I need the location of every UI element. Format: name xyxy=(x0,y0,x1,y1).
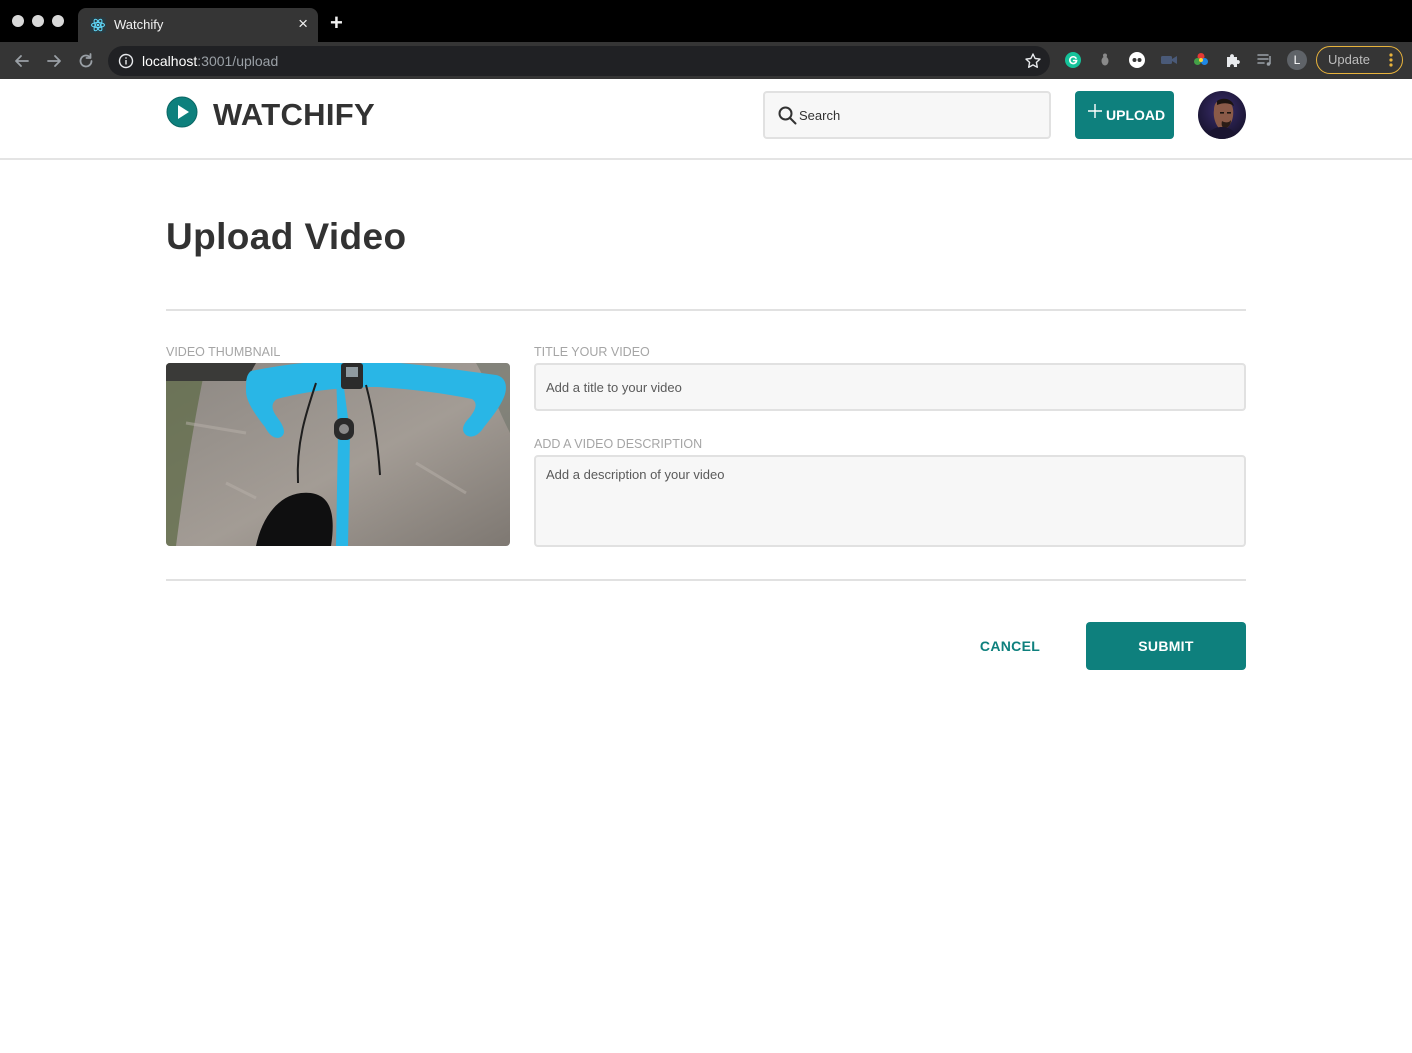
search-icon xyxy=(778,106,797,125)
extensions-puzzle-icon[interactable] xyxy=(1224,51,1242,69)
bookmark-star-icon[interactable] xyxy=(1024,52,1042,70)
play-logo-icon[interactable] xyxy=(166,96,198,128)
privacy-extension-icon[interactable] xyxy=(1128,51,1146,69)
page-viewport: WATCHIFY UPLOAD xyxy=(0,79,1412,1053)
window-zoom-dot[interactable] xyxy=(52,15,64,27)
window-minimize-dot[interactable] xyxy=(32,15,44,27)
reload-icon[interactable] xyxy=(76,51,96,71)
logo-text[interactable]: WATCHIFY xyxy=(213,97,375,133)
search-box[interactable] xyxy=(763,91,1051,139)
color-picker-extension-icon[interactable] xyxy=(1192,51,1210,69)
cancel-button[interactable]: CANCEL xyxy=(962,622,1058,670)
plus-icon xyxy=(1088,104,1102,118)
search-input[interactable] xyxy=(799,104,1039,126)
back-arrow-icon[interactable] xyxy=(12,51,32,71)
bug-extension-icon[interactable] xyxy=(1096,51,1114,69)
window-close-dot[interactable] xyxy=(12,15,24,27)
url-text: localhost:3001/upload xyxy=(142,53,278,69)
submit-button[interactable]: SUBMIT xyxy=(1086,622,1246,670)
address-bar[interactable]: localhost:3001/upload xyxy=(108,46,1050,76)
video-description-textarea[interactable] xyxy=(534,455,1246,547)
video-thumbnail xyxy=(166,363,510,546)
bike-ride-thumbnail-image xyxy=(166,363,510,546)
grammarly-extension-icon[interactable] xyxy=(1064,51,1082,69)
update-label: Update xyxy=(1328,52,1370,67)
upload-button-label: UPLOAD xyxy=(1106,107,1166,123)
page-title: Upload Video xyxy=(166,216,407,257)
site-info-icon[interactable] xyxy=(118,53,134,69)
react-favicon-icon xyxy=(90,17,106,33)
title-label: TITLE YOUR VIDEO xyxy=(534,345,650,359)
browser-update-button[interactable]: Update xyxy=(1316,46,1403,74)
upload-button[interactable]: UPLOAD xyxy=(1075,91,1174,139)
user-avatar[interactable] xyxy=(1198,91,1246,139)
browser-tab[interactable]: Watchify × xyxy=(78,8,318,42)
description-label: ADD A VIDEO DESCRIPTION xyxy=(534,437,703,451)
user-portrait-image xyxy=(1198,91,1246,139)
new-tab-button[interactable]: + xyxy=(330,12,343,34)
video-title-input[interactable] xyxy=(534,363,1246,411)
top-divider xyxy=(166,309,1246,311)
browser-tab-strip: Watchify × + xyxy=(0,0,1412,42)
url-path: :3001/upload xyxy=(197,53,279,69)
tab-close-icon[interactable]: × xyxy=(298,15,308,33)
forward-arrow-icon[interactable] xyxy=(44,51,64,71)
media-queue-icon[interactable] xyxy=(1256,51,1274,69)
browser-toolbar: localhost:3001/upload L Update xyxy=(0,42,1412,79)
browser-profile-avatar[interactable]: L xyxy=(1287,50,1307,70)
app-header: WATCHIFY UPLOAD xyxy=(0,79,1412,160)
thumbnail-label: VIDEO THUMBNAIL xyxy=(166,345,281,359)
bottom-divider xyxy=(166,579,1246,581)
kebab-menu-icon xyxy=(1389,53,1393,67)
tab-title: Watchify xyxy=(114,17,164,32)
url-host: localhost xyxy=(142,53,198,69)
video-camera-extension-icon[interactable] xyxy=(1160,51,1178,69)
